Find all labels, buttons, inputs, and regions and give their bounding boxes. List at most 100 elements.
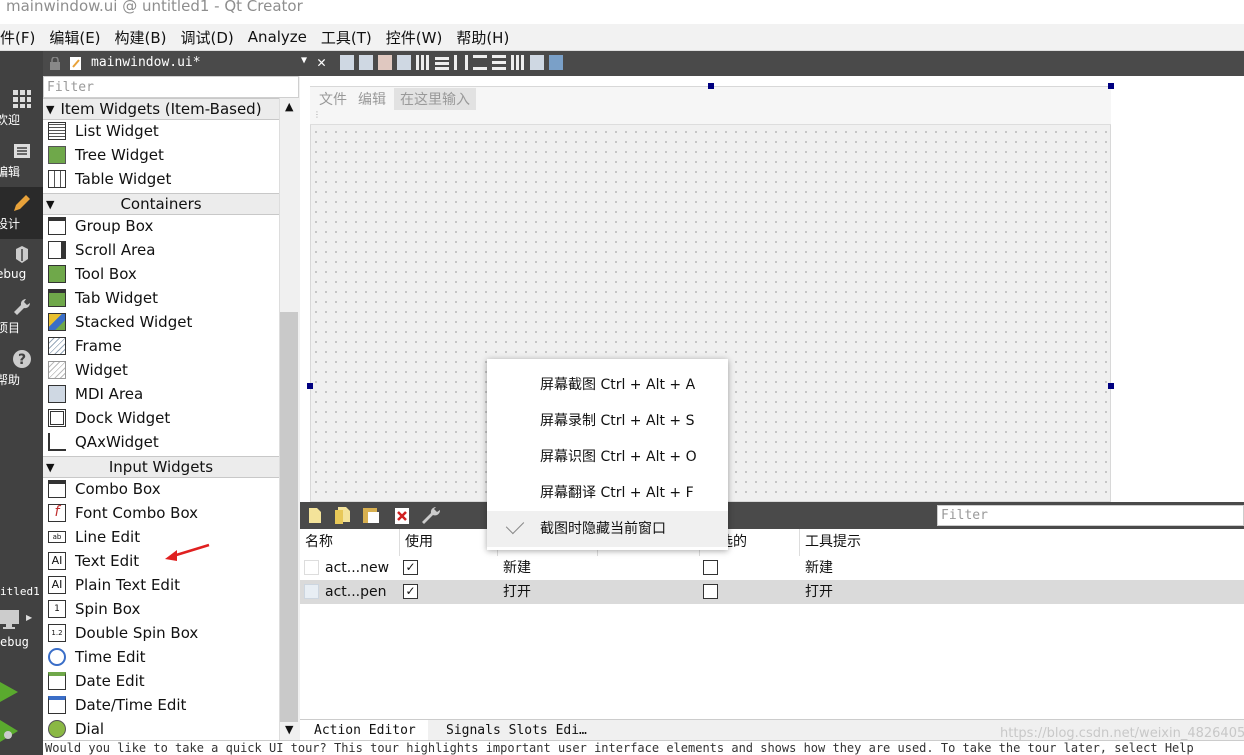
menu-item-screen-ocr[interactable]: 屏幕识图 Ctrl + Alt + O — [487, 439, 728, 475]
form-menu-placeholder[interactable]: 在这里输入 — [394, 88, 476, 110]
widget-group-box[interactable]: Group Box — [43, 214, 279, 238]
widget-qaxwidget[interactable]: QAxWidget — [43, 430, 279, 454]
widget-table-widget[interactable]: Table Widget — [43, 167, 279, 191]
form-menu-file[interactable]: 文件 — [319, 89, 347, 109]
widget-plain-text-edit[interactable]: AI Plain Text Edit — [43, 573, 279, 597]
calendar-icon — [48, 672, 66, 690]
col-used[interactable]: 使用 — [400, 529, 498, 556]
edit-tab-order-icon[interactable] — [397, 55, 411, 70]
widget-frame[interactable]: Frame — [43, 334, 279, 358]
action-filter-input[interactable]: Filter — [937, 505, 1244, 526]
table-row[interactable]: act...new ✓ 新建 新建 — [300, 556, 1244, 580]
widget-time-edit[interactable]: Time Edit — [43, 645, 279, 669]
table-row[interactable]: act...pen ✓ 打开 打开 — [300, 580, 1244, 604]
widget-double-spin-box[interactable]: 1.2 Double Spin Box — [43, 621, 279, 645]
layout-horizontal-icon[interactable] — [416, 55, 430, 70]
copy-action-icon[interactable] — [334, 506, 352, 524]
menu-tools[interactable]: 工具(T) — [321, 27, 372, 48]
category-title: Input Widgets — [108, 458, 214, 476]
close-icon[interactable]: ✕ — [317, 53, 326, 71]
menu-edit[interactable]: 编辑(E) — [49, 27, 100, 48]
widget-widget[interactable]: Widget — [43, 358, 279, 382]
edit-widgets-icon[interactable] — [340, 55, 354, 70]
widget-stacked-widget[interactable]: Stacked Widget — [43, 310, 279, 334]
layout-vertical-icon[interactable] — [435, 55, 449, 70]
widget-spin-box[interactable]: 1 Spin Box — [43, 597, 279, 621]
menu-bar: 件(F) 编辑(E) 构建(B) 调试(D) Analyze 工具(T) 控件(… — [0, 24, 1244, 51]
widget-list-widget[interactable]: List Widget — [43, 119, 279, 143]
scroll-up-icon[interactable]: ▲ — [285, 100, 293, 113]
selection-handle[interactable] — [1108, 383, 1114, 389]
mode-label: 欢迎 — [0, 113, 21, 127]
group-box-icon — [48, 217, 66, 235]
checkable-checkbox[interactable] — [703, 560, 718, 575]
mode-projects[interactable]: 项目 — [0, 291, 43, 343]
widget-tree-widget[interactable]: Tree Widget — [43, 143, 279, 167]
widget-datetime-edit[interactable]: Date/Time Edit — [43, 693, 279, 717]
play-icon — [0, 682, 18, 702]
widget-filter-input[interactable]: Filter — [43, 76, 299, 98]
layout-grid-icon[interactable] — [511, 55, 525, 70]
kit-label: itled1 — [0, 585, 40, 598]
widget-dial[interactable]: Dial — [43, 717, 279, 740]
adjust-size-icon[interactable] — [549, 55, 563, 70]
edit-signals-icon[interactable] — [359, 55, 373, 70]
widget-tab-widget[interactable]: Tab Widget — [43, 286, 279, 310]
mode-edit[interactable]: 编辑 — [0, 135, 43, 187]
widget-tool-box[interactable]: Tool Box — [43, 262, 279, 286]
new-action-icon[interactable] — [308, 507, 322, 524]
chevron-down-icon[interactable]: ▼ — [301, 55, 307, 66]
form-menu-edit[interactable]: 编辑 — [358, 89, 386, 109]
widget-combo-box[interactable]: Combo Box — [43, 477, 279, 501]
configure-wrench-icon[interactable] — [420, 505, 442, 525]
scroll-down-icon[interactable]: ▼ — [285, 723, 293, 736]
menu-controls[interactable]: 控件(W) — [386, 27, 443, 48]
run-button[interactable] — [0, 681, 20, 703]
used-checkbox[interactable]: ✓ — [403, 584, 418, 599]
debug-run-button[interactable] — [0, 719, 20, 743]
menu-item-hide-window[interactable]: 截图时隐藏当前窗口 — [487, 511, 728, 547]
scrollbar-thumb[interactable] — [280, 312, 298, 722]
open-file-name[interactable]: mainwindow.ui* — [91, 55, 201, 70]
menu-help[interactable]: 帮助(H) — [456, 27, 509, 48]
category-containers[interactable]: ▼ Containers — [43, 193, 279, 215]
selection-handle[interactable] — [708, 83, 714, 89]
action-name: act...new — [325, 560, 390, 576]
wrench-icon — [13, 298, 30, 315]
tab-action-editor[interactable]: Action Editor — [300, 720, 428, 741]
splitter-horizontal-icon[interactable] — [454, 55, 468, 70]
menu-item-screenshot[interactable]: 屏幕截图 Ctrl + Alt + A — [487, 367, 728, 403]
paste-action-icon[interactable] — [362, 506, 380, 524]
menu-build[interactable]: 构建(B) — [115, 27, 167, 48]
category-input-widgets[interactable]: ▼ Input Widgets — [43, 456, 279, 478]
mode-debug[interactable]: ebug — [0, 239, 43, 291]
menu-analyze[interactable]: Analyze — [248, 28, 307, 46]
kit-selector[interactable]: ▶ ebug — [0, 609, 43, 649]
tab-signals-slots[interactable]: Signals Slots Edi… — [432, 720, 602, 741]
scroll-area-icon — [48, 241, 66, 259]
menu-item-screen-translate[interactable]: 屏幕翻译 Ctrl + Alt + F — [487, 475, 728, 511]
menu-debug[interactable]: 调试(D) — [181, 27, 234, 48]
layout-form-icon[interactable] — [492, 55, 506, 70]
category-item-widgets[interactable]: ▼ Item Widgets (Item-Based) — [43, 98, 279, 120]
widget-date-edit[interactable]: Date Edit — [43, 669, 279, 693]
mode-welcome[interactable]: 欢迎 — [0, 83, 43, 135]
col-name[interactable]: 名称 — [300, 529, 400, 556]
edit-buddies-icon[interactable] — [378, 55, 392, 70]
mode-design[interactable]: 设计 — [0, 187, 43, 239]
widget-mdi-area[interactable]: MDI Area — [43, 382, 279, 406]
widget-font-combo-box[interactable]: f Font Combo Box — [43, 501, 279, 525]
widget-dock-widget[interactable]: Dock Widget — [43, 406, 279, 430]
selection-handle[interactable] — [307, 383, 313, 389]
splitter-vertical-icon[interactable] — [473, 55, 487, 70]
selection-handle[interactable] — [1108, 83, 1114, 89]
widget-scroll-area[interactable]: Scroll Area — [43, 238, 279, 262]
break-layout-icon[interactable] — [530, 55, 544, 70]
delete-action-icon[interactable] — [394, 507, 410, 524]
checkable-checkbox[interactable] — [703, 584, 718, 599]
menu-item-screen-record[interactable]: 屏幕录制 Ctrl + Alt + S — [487, 403, 728, 439]
mode-help[interactable]: ? 帮助 — [0, 343, 43, 395]
used-checkbox[interactable]: ✓ — [403, 560, 418, 575]
col-tooltip[interactable]: 工具提示 — [800, 529, 1244, 556]
menu-file[interactable]: 件(F) — [0, 27, 35, 48]
